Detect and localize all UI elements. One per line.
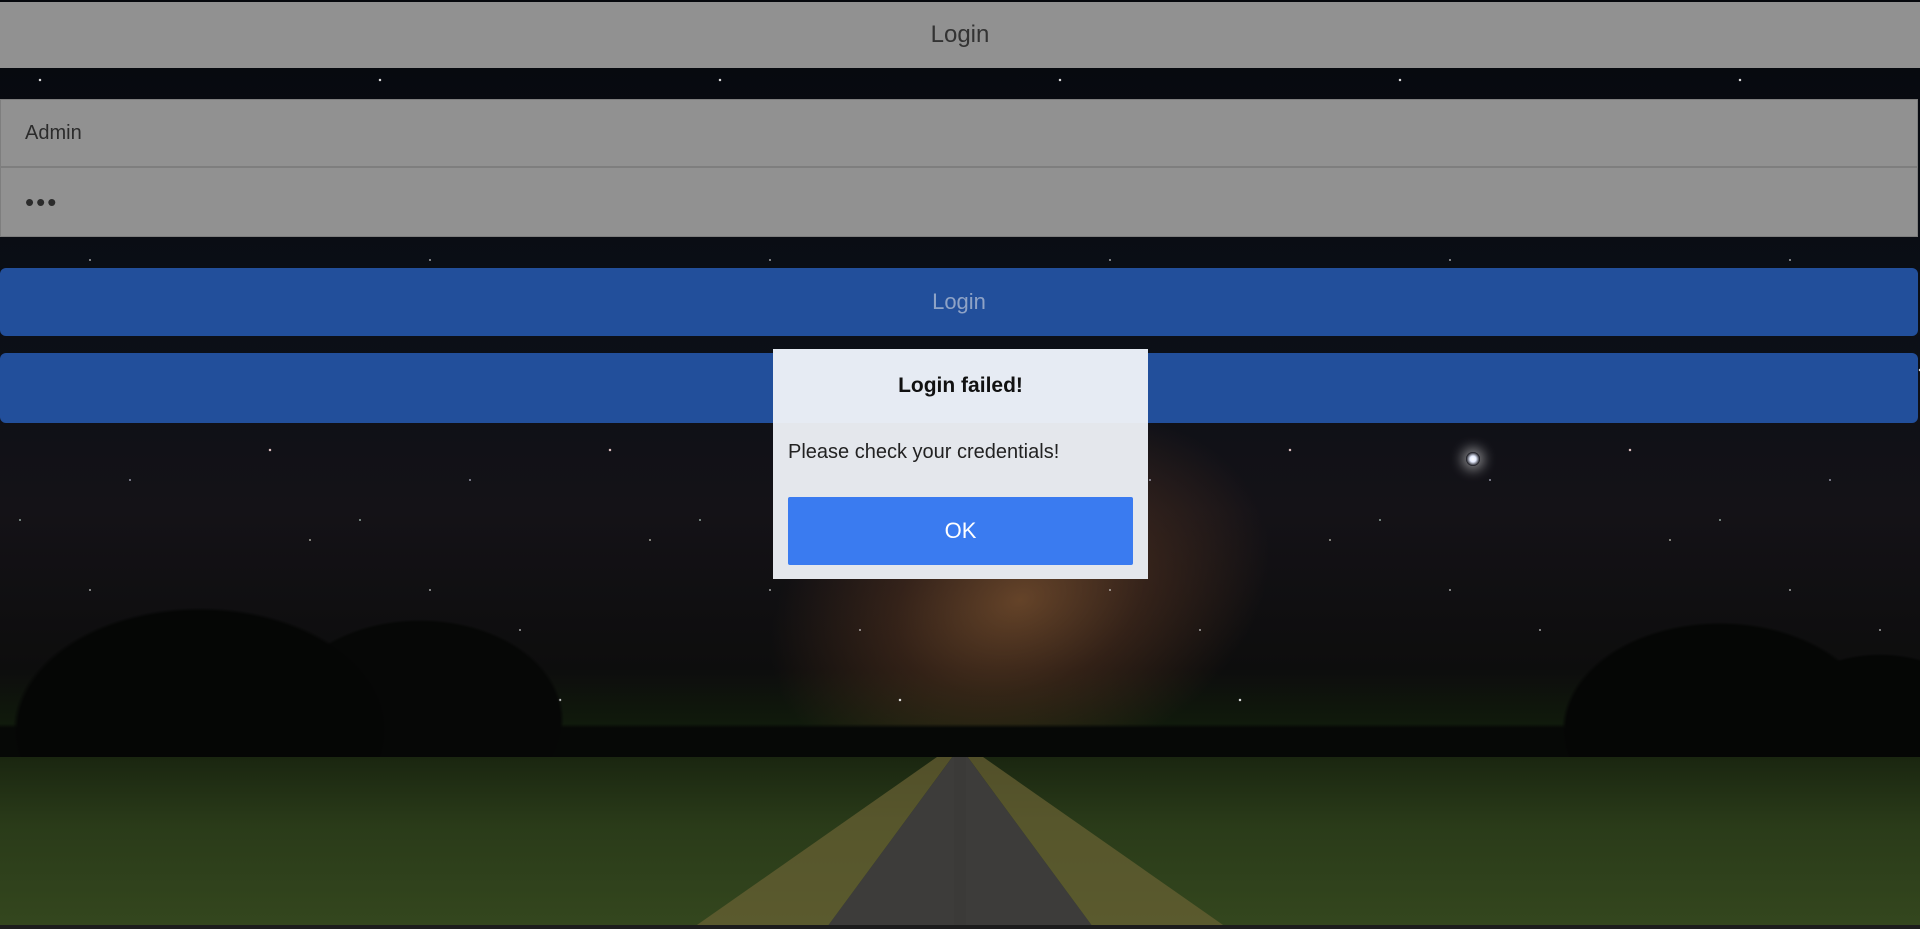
tree-line [0, 560, 1920, 770]
ok-button[interactable]: OK [788, 497, 1133, 565]
page-title: Login [930, 21, 990, 48]
username-field[interactable]: Admin [0, 99, 1918, 167]
dialog-message: Please check your credentials! [788, 441, 1060, 463]
username-value: Admin [25, 121, 82, 144]
background-scene: Login Admin ••• Login Login failed! Plea… [0, 0, 1920, 929]
login-button-label: Login [932, 289, 986, 314]
page-header: Login [0, 2, 1920, 68]
login-button[interactable]: Login [0, 268, 1918, 336]
ok-button-label: OK [944, 518, 977, 543]
dialog-title: Login failed! [898, 374, 1023, 397]
bright-star [1466, 452, 1480, 466]
login-failed-dialog: Login failed! Please check your credenti… [773, 349, 1148, 579]
password-field[interactable]: ••• [0, 167, 1918, 237]
password-value: ••• [25, 186, 59, 217]
bottom-strip [0, 925, 1920, 929]
dialog-header: Login failed! [773, 349, 1148, 423]
